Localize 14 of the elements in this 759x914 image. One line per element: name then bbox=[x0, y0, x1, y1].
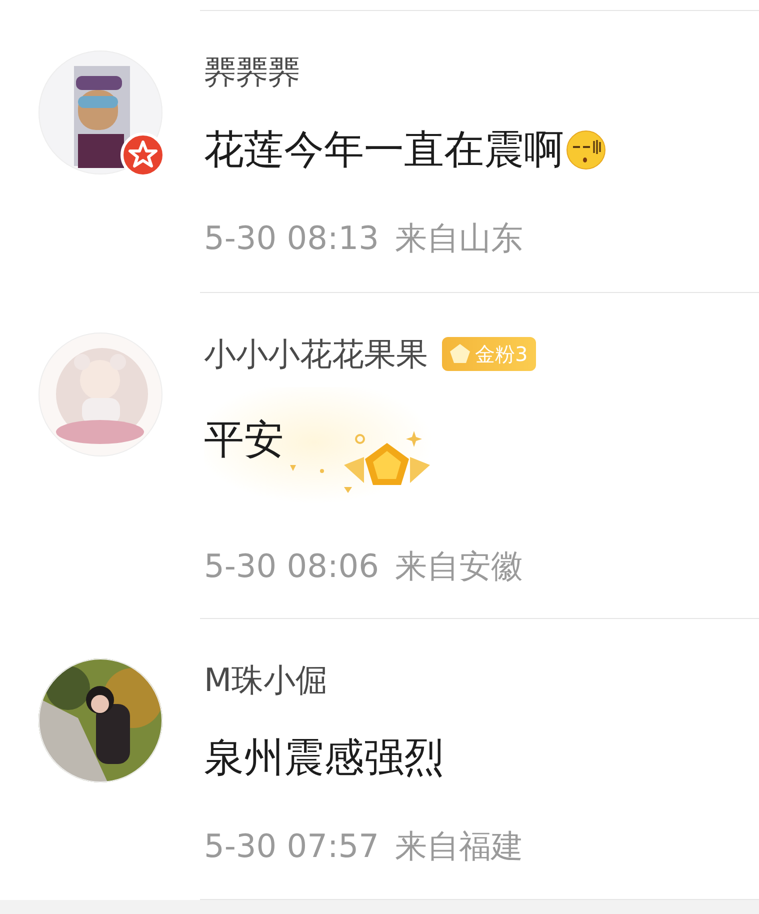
comment-time: 5-30 08:13 bbox=[204, 218, 380, 259]
user-name[interactable]: M珠小倔 bbox=[204, 658, 328, 702]
comment-location: 来自山东 bbox=[395, 218, 524, 259]
user-name[interactable]: 小小小花花果果 bbox=[204, 332, 428, 376]
comment-text: 花莲今年一直在震啊 bbox=[204, 126, 564, 175]
comment-location: 来自安徽 bbox=[395, 546, 524, 587]
comment-text: 泉州震感强烈 bbox=[204, 734, 444, 783]
comment-text: 平安 bbox=[204, 416, 284, 465]
comment-time: 5-30 07:57 bbox=[204, 826, 380, 867]
fan-badge-label: 金粉3 bbox=[475, 342, 528, 366]
comment-time: 5-30 08:06 bbox=[204, 546, 380, 587]
comment-location: 来自福建 bbox=[395, 826, 524, 867]
user-name[interactable]: 臩臩臩 bbox=[204, 50, 300, 94]
gem-icon bbox=[448, 342, 472, 366]
